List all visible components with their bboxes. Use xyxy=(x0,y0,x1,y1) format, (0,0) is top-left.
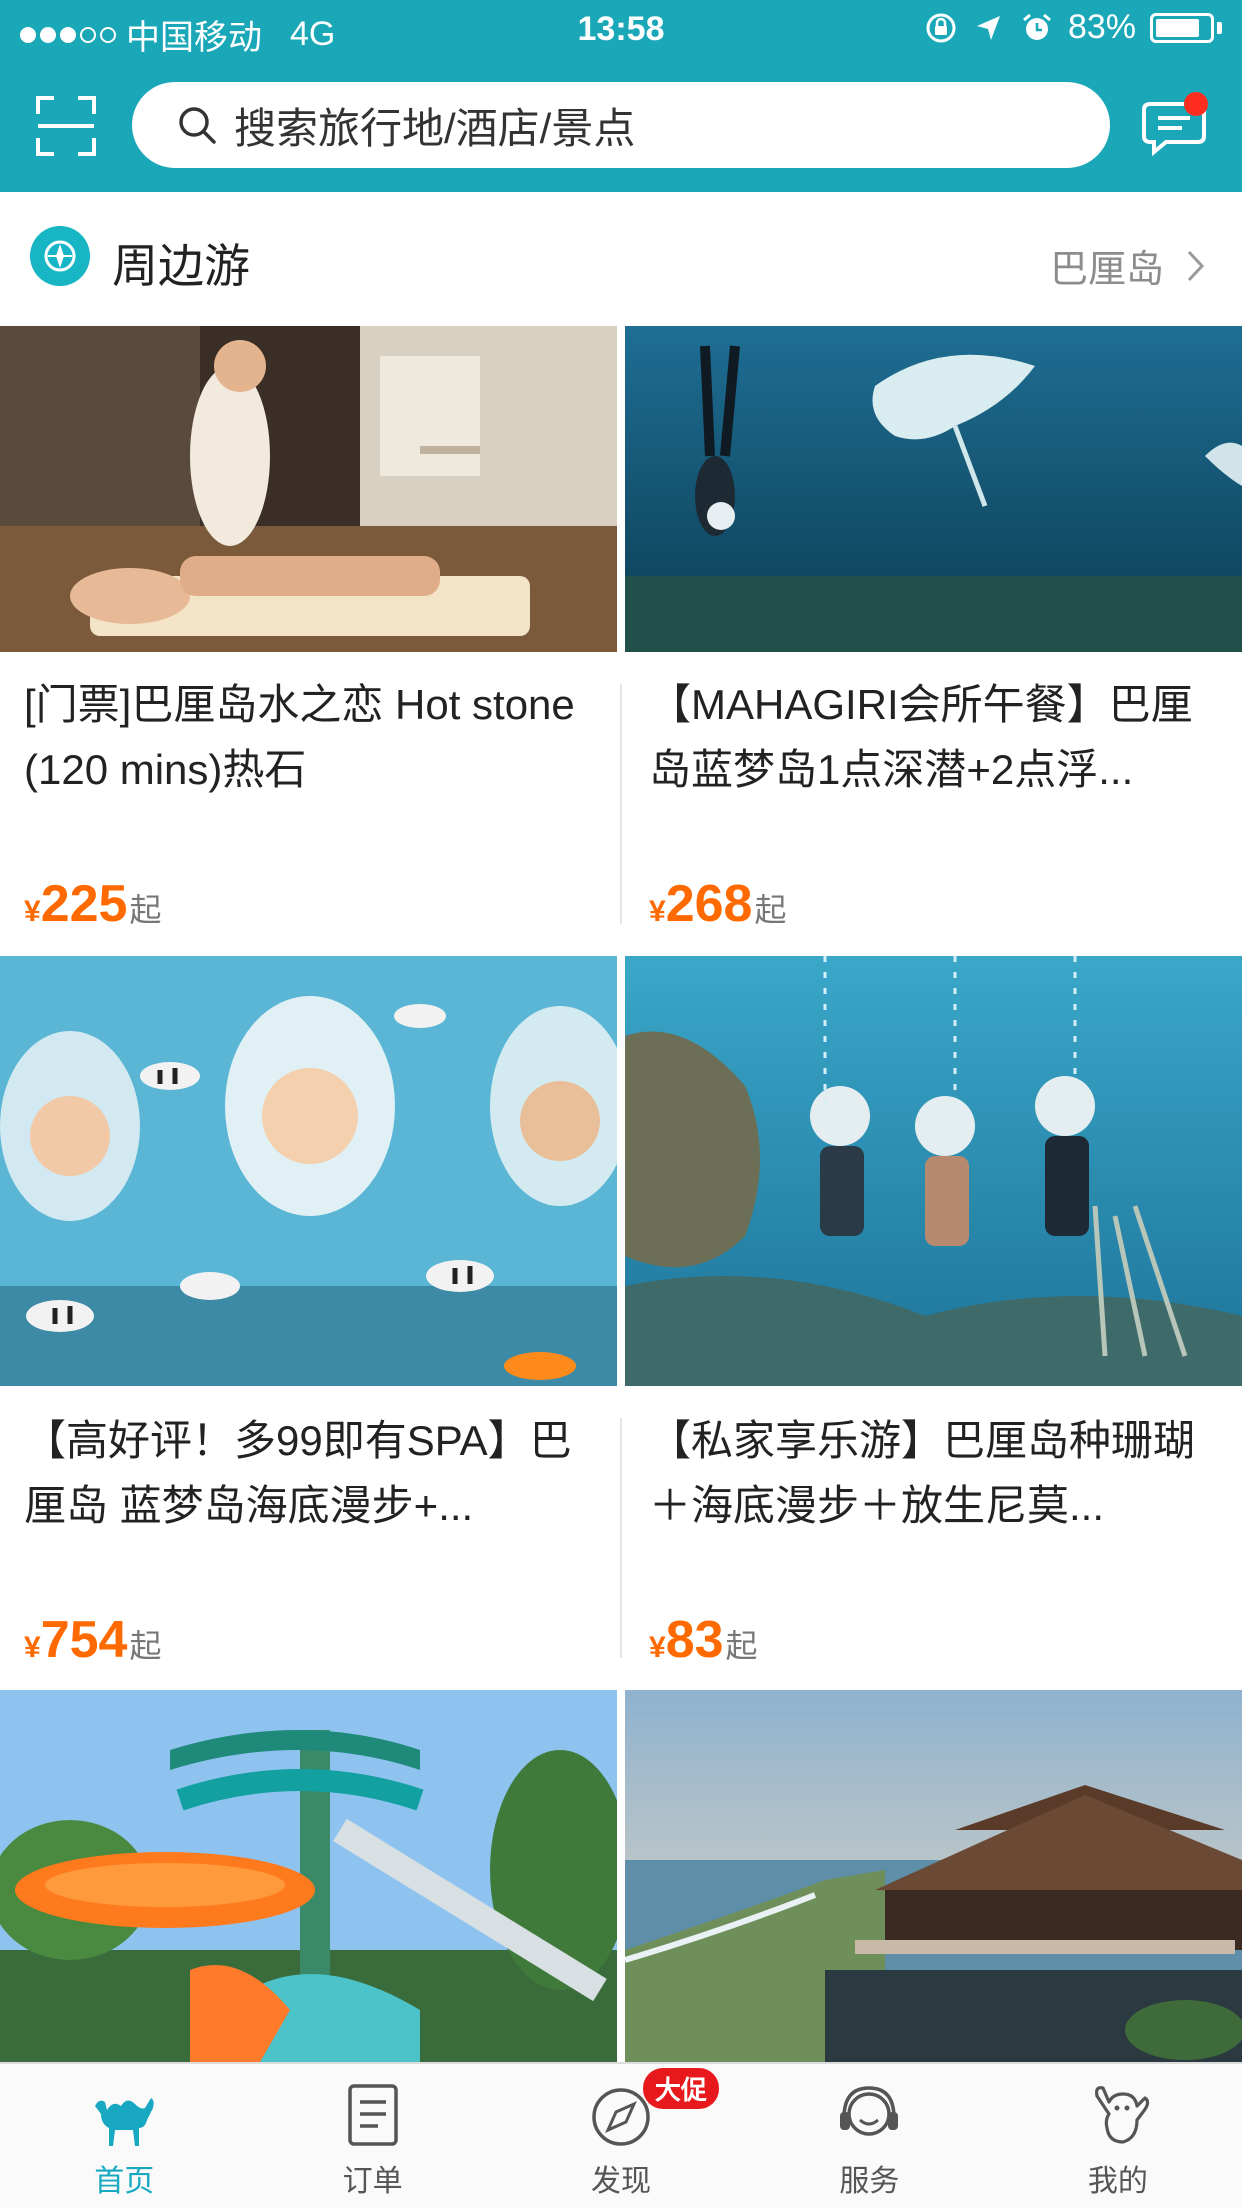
status-bar: 中国移动 4G 13:58 83% xyxy=(0,0,1242,62)
tab-home[interactable]: 首页 xyxy=(0,2064,248,2208)
product-card[interactable] xyxy=(625,1690,1242,2062)
section-title: 周边游 xyxy=(112,240,250,292)
product-price: ¥ 754 起 xyxy=(24,1610,161,1670)
tab-label: 订单 xyxy=(342,2165,403,2198)
location-arrow-icon xyxy=(976,15,1000,40)
card-divider xyxy=(620,1418,622,1658)
card-divider xyxy=(620,684,622,924)
tab-label: 发现 xyxy=(591,2165,652,2198)
alarm-icon xyxy=(1022,13,1051,40)
price-suffix: 起 xyxy=(129,892,162,928)
product-title: 【MAHAGIRI会所午餐】巴厘岛蓝梦岛1点深潜+2点浮... xyxy=(649,681,1193,793)
product-price: ¥ 268 起 xyxy=(649,874,786,934)
price-suffix: 起 xyxy=(129,1628,162,1664)
search-placeholder: 搜索旅行地/酒店/景点 xyxy=(234,104,636,152)
search-input[interactable]: 搜索旅行地/酒店/景点 xyxy=(132,82,1110,168)
tab-orders[interactable]: 订单 xyxy=(248,2064,496,2208)
product-card[interactable] xyxy=(0,1690,617,2062)
product-image xyxy=(0,1690,617,2062)
section-header: 周边游 巴厘岛 xyxy=(0,192,1242,326)
price-suffix: 起 xyxy=(754,892,787,928)
rotation-lock-icon xyxy=(926,13,956,42)
scan-icon[interactable] xyxy=(34,94,98,158)
product-card[interactable]: 【MAHAGIRI会所午餐】巴厘岛蓝梦岛1点深潜+2点浮... ¥ 268 起 xyxy=(625,326,1242,952)
nearby-tour-icon xyxy=(30,226,90,286)
price-currency: ¥ xyxy=(24,1631,41,1664)
price-amount: 225 xyxy=(40,875,128,933)
price-currency: ¥ xyxy=(649,1631,666,1664)
product-image xyxy=(625,1690,1242,2062)
price-currency: ¥ xyxy=(649,895,666,928)
camel-icon xyxy=(95,2098,154,2146)
tab-label: 我的 xyxy=(1087,2165,1148,2198)
chevron-right-icon xyxy=(1187,250,1205,281)
product-card[interactable]: [门票]巴厘岛水之恋 Hot stone (120 mins)热石 ¥ 225 … xyxy=(0,326,617,952)
top-header: 中国移动 4G 13:58 83% 搜索旅行地/酒店/景点 xyxy=(0,0,1242,192)
product-title: 【私家享乐游】巴厘岛种珊瑚＋海底漫步＋放生尼莫... xyxy=(649,1417,1196,1529)
product-price: ¥ 83 起 xyxy=(649,1610,758,1670)
location-label: 巴厘岛 xyxy=(1049,249,1164,291)
unread-badge xyxy=(1184,92,1208,116)
document-icon xyxy=(347,2084,398,2146)
product-card[interactable]: 【高好评！多99即有SPA】巴厘岛 蓝梦岛海底漫步+... ¥ 754 起 xyxy=(0,956,617,1686)
battery-icon xyxy=(1150,12,1222,43)
price-suffix: 起 xyxy=(725,1628,758,1664)
location-selector[interactable]: 巴厘岛 xyxy=(1050,238,1206,293)
tab-label: 服务 xyxy=(839,2165,900,2198)
search-icon xyxy=(179,107,216,144)
battery-percent: 83% xyxy=(1067,8,1136,46)
tab-me[interactable]: 我的 xyxy=(994,2064,1242,2208)
tab-service[interactable]: 服务 xyxy=(745,2064,993,2208)
product-image xyxy=(0,326,617,652)
product-card[interactable]: 【私家享乐游】巴厘岛种珊瑚＋海底漫步＋放生尼莫... ¥ 83 起 xyxy=(625,956,1242,1686)
price-amount: 268 xyxy=(665,875,753,933)
price-currency: ¥ xyxy=(24,895,41,928)
product-image xyxy=(625,326,1242,652)
product-image xyxy=(625,956,1242,1386)
price-amount: 754 xyxy=(40,1611,128,1669)
product-image xyxy=(0,956,617,1386)
price-amount: 83 xyxy=(665,1611,724,1669)
status-right: 83% xyxy=(924,8,1222,47)
tab-label: 首页 xyxy=(94,2165,155,2198)
app-screen: 中国移动 4G 13:58 83% 搜索旅行地/酒店/景点 周边游 巴厘岛 [门… xyxy=(0,0,1242,2208)
product-title: 【高好评！多99即有SPA】巴厘岛 蓝梦岛海底漫步+... xyxy=(24,1417,572,1529)
bottom-tab-bar: 首页 订单 发现 大促 服务 我的 xyxy=(0,2062,1242,2208)
product-price: ¥ 225 起 xyxy=(24,874,161,934)
promo-badge: 大促 xyxy=(642,2068,719,2109)
user-icon xyxy=(1094,2086,1149,2144)
headset-icon xyxy=(840,2086,899,2136)
product-title: [门票]巴厘岛水之恋 Hot stone (120 mins)热石 xyxy=(24,681,575,793)
tab-discover[interactable]: 发现 大促 xyxy=(497,2064,745,2208)
